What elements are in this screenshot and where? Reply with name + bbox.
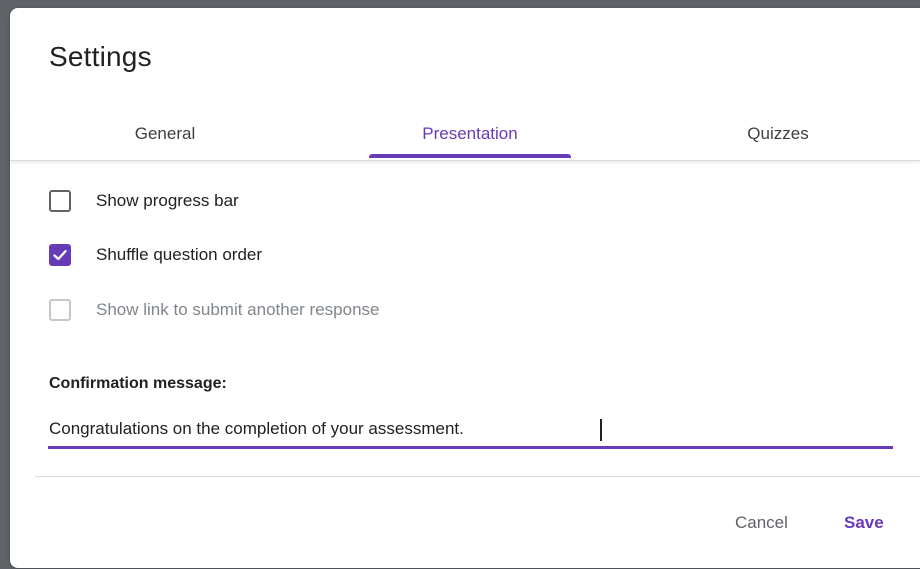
progress-bar-checkbox[interactable]	[49, 190, 71, 212]
another-response-checkbox	[49, 299, 71, 321]
confirmation-message-input[interactable]	[48, 415, 893, 449]
tab-presentation[interactable]: Presentation	[369, 108, 571, 160]
save-button[interactable]: Save	[844, 513, 884, 533]
footer-divider	[35, 476, 920, 477]
text-cursor	[600, 419, 602, 441]
option-label: Shuffle question order	[96, 245, 263, 264]
option-label: Show link to submit another response	[96, 300, 380, 319]
cancel-button[interactable]: Cancel	[735, 513, 788, 533]
tab-quizzes[interactable]: Quizzes	[678, 108, 878, 160]
option-label: Show progress bar	[96, 191, 239, 210]
option-shuffle-question-order[interactable]: Shuffle question order	[49, 241, 262, 269]
settings-dialog: Settings General Presentation Quizzes Sh…	[10, 8, 920, 568]
confirmation-message-label: Confirmation message:	[49, 375, 227, 392]
option-show-progress-bar[interactable]: Show progress bar	[49, 187, 239, 215]
checkmark-icon	[53, 250, 67, 261]
active-tab-indicator	[369, 154, 571, 158]
dialog-title: Settings	[49, 41, 152, 72]
shuffle-checkbox[interactable]	[49, 244, 71, 266]
option-show-link-another-response: Show link to submit another response	[49, 296, 380, 324]
tab-general[interactable]: General	[65, 108, 265, 160]
